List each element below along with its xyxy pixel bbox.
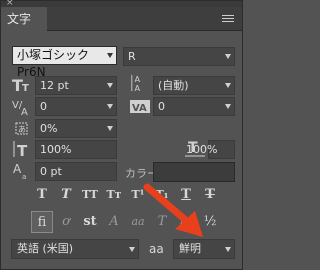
anti-aliasing-value: 鮮明 <box>179 242 201 255</box>
chevron-down-icon <box>107 104 113 109</box>
kerning-value: 0 <box>40 100 47 113</box>
anti-aliasing-select[interactable]: 鮮明 <box>173 239 235 259</box>
svg-text:A: A <box>13 162 22 176</box>
tracking-value: 0 <box>158 100 165 113</box>
faux-italic-button[interactable]: T <box>55 184 77 206</box>
svg-text:T: T <box>22 83 29 94</box>
leading-field[interactable]: (自動) <box>153 76 235 95</box>
chevron-down-icon <box>225 83 231 88</box>
anti-aliasing-icon: aa <box>149 242 164 256</box>
chevron-down-icon <box>225 247 231 252</box>
leading-value: (自動) <box>158 79 189 92</box>
tracking-field[interactable]: 0 <box>153 97 235 116</box>
tab-bar: 文字 <box>1 7 242 31</box>
discretionary-ligatures-button[interactable]: ơ <box>55 211 77 233</box>
font-style-select[interactable]: R <box>123 47 235 66</box>
ligatures-button[interactable]: fi <box>31 211 53 233</box>
chevron-down-icon <box>225 104 231 109</box>
horizontal-scale-field[interactable]: 100% <box>186 140 235 159</box>
tracking-icon: VA <box>129 97 151 117</box>
chevron-down-icon <box>107 53 113 58</box>
contextual-alternates-button[interactable]: st <box>79 211 101 233</box>
chevron-down-icon <box>107 83 113 88</box>
svg-text:あ: あ <box>18 125 26 134</box>
panel-menu-icon[interactable] <box>222 15 234 24</box>
font-family-field[interactable]: 小塚ゴシック Pr6N <box>12 46 117 79</box>
leading-icon: AA <box>129 73 151 93</box>
font-size-value: 12 pt <box>40 79 69 92</box>
svg-text:T: T <box>17 142 28 159</box>
kerning-icon: V/A <box>11 97 33 118</box>
horizontal-scale-value: 100% <box>186 143 218 156</box>
language-select[interactable]: 英語 (米国) <box>11 239 139 259</box>
all-caps-button[interactable]: TT <box>79 184 101 206</box>
chevron-down-icon <box>225 54 231 59</box>
color-swatch[interactable] <box>153 162 235 182</box>
faux-bold-button[interactable]: T <box>31 184 53 206</box>
baseline-shift-field[interactable]: 0 pt <box>35 162 117 181</box>
vertical-scale-icon: T <box>11 139 33 160</box>
language-value: 英語 (米国) <box>17 242 74 255</box>
svg-text:VA: VA <box>132 103 147 114</box>
chevron-down-icon <box>129 247 135 252</box>
small-caps-button[interactable]: Tт <box>103 184 125 206</box>
font-style-value: R <box>128 50 136 63</box>
annotation-arrow-icon <box>143 183 203 237</box>
tsume-field[interactable]: 0% <box>35 119 117 138</box>
chevron-down-icon <box>107 126 113 131</box>
kerning-field[interactable]: 0 <box>35 97 117 116</box>
baseline-shift-value: 0 pt <box>40 165 62 178</box>
baseline-shift-icon: Aa <box>11 161 33 181</box>
font-size-field[interactable]: 12 pt <box>35 76 117 95</box>
tsume-value: 0% <box>40 122 58 135</box>
font-size-icon: TT <box>11 75 33 95</box>
tsume-icon: あ <box>11 118 33 138</box>
svg-text:A: A <box>135 83 141 93</box>
swash-button[interactable]: A <box>103 211 125 233</box>
character-panel: × 文字 小塚ゴシック Pr6N R TT 12 pt AA (自動) V/A … <box>0 0 243 270</box>
svg-text:a: a <box>22 173 26 181</box>
svg-text:A: A <box>21 107 28 117</box>
vertical-scale-field[interactable]: 100% <box>35 140 117 159</box>
vertical-scale-value: 100% <box>40 143 72 156</box>
tab-character[interactable]: 文字 <box>1 7 47 31</box>
